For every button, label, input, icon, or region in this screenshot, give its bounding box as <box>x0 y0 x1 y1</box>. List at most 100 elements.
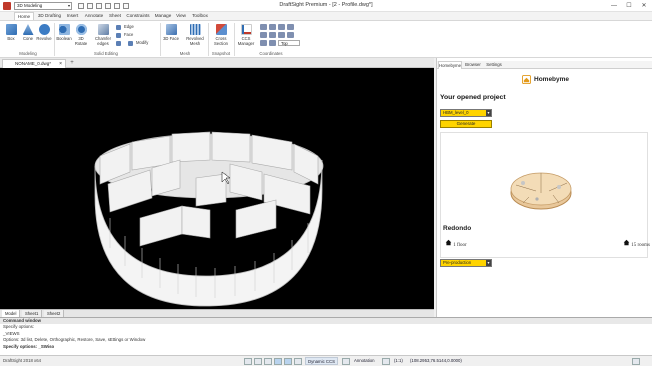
drawing-viewport[interactable] <box>0 68 434 309</box>
tab-insert[interactable]: Insert <box>64 12 81 20</box>
section-title: Your opened project <box>440 94 506 101</box>
tab-manage[interactable]: Manage <box>153 12 173 20</box>
view-select[interactable]: Top <box>278 40 300 46</box>
boolean-button[interactable]: Boolean <box>56 23 72 49</box>
lineweight-toggle-icon[interactable] <box>342 358 350 365</box>
ribbon-tab-bar: Home 3D Drafting Insert Annotate Sheet C… <box>0 12 652 20</box>
esnap-toggle-icon[interactable] <box>284 358 292 365</box>
3d-face-label: 3D Face <box>163 36 179 41</box>
edge-label: Edge <box>124 24 134 29</box>
rotate-icon <box>75 24 87 35</box>
revolved-mesh-icon <box>189 24 201 35</box>
house-icon <box>623 239 630 246</box>
box-button[interactable]: Box <box>3 23 19 49</box>
customize-icon[interactable] <box>632 358 640 365</box>
document-tab[interactable]: NONAME_0.dwg* × <box>2 59 66 68</box>
scale-readout: (1:1) <box>394 358 403 363</box>
ccs-manager-label: CCS Manager <box>237 36 255 46</box>
ribbon-panel: Box Cone Revolve Modeling Boolean 3D Rot… <box>0 20 652 58</box>
tab-constraints[interactable]: Constraints <box>124 12 152 20</box>
cone-button[interactable]: Cone <box>20 23 36 49</box>
floors-count: 1 floor <box>453 243 467 248</box>
group-label-solid-editing: Solid Editing <box>94 51 118 56</box>
panel-tab-bar: Homebyme Browser Settings <box>437 61 652 69</box>
polar-toggle-icon[interactable] <box>274 358 282 365</box>
revolve-label: Revolve <box>36 36 52 41</box>
project-state-value: Pre-production <box>443 260 472 265</box>
minimize-button[interactable]: — <box>607 1 621 11</box>
3d-rotate-button[interactable]: 3D Rotate <box>73 23 89 49</box>
generate-button[interactable]: Generate <box>440 120 492 128</box>
revolved-mesh-button[interactable]: Revolved Mesh <box>184 23 206 49</box>
command-history-line: Specify options: <box>3 324 34 329</box>
etrack-toggle-icon[interactable] <box>294 358 302 365</box>
revolved-mesh-label: Revolved Mesh <box>186 36 204 46</box>
tab-annotate[interactable]: Annotate <box>83 12 105 20</box>
command-window[interactable]: Command window Specify options: _VIEWS O… <box>0 317 652 355</box>
project-preview[interactable] <box>440 132 648 258</box>
3d-rotate-label: 3D Rotate <box>74 36 88 46</box>
group-divider <box>54 23 55 56</box>
tab-homebyme[interactable]: Homebyme <box>438 61 462 69</box>
floorplan-thumbnail <box>510 172 572 210</box>
tab-settings[interactable]: Settings <box>484 61 504 69</box>
tab-view[interactable]: View <box>174 12 188 20</box>
rooms-info: 15 rooms <box>623 239 650 248</box>
3d-face-button[interactable]: 3D Face <box>163 23 179 49</box>
tab-home[interactable]: Home <box>14 12 34 20</box>
project-state-select[interactable]: Pre-production ▼ <box>440 259 492 267</box>
tab-3d-drafting[interactable]: 3D Drafting <box>36 12 63 20</box>
extrude-button[interactable] <box>116 40 126 46</box>
edge-button[interactable]: Edge <box>116 24 134 30</box>
face-label: Face <box>124 32 134 37</box>
window-title: DraftSight Premium - [2 - Profile.dwg*] <box>279 2 373 8</box>
close-button[interactable]: ✕ <box>637 1 651 11</box>
layout-tab-bar: Model Sheet1 Sheet2 <box>0 309 434 318</box>
view-select-value: Top <box>281 41 288 46</box>
ccs-axis-icon[interactable] <box>287 24 294 30</box>
ccs-previous-icon[interactable] <box>269 24 276 30</box>
chamfer-edges-button[interactable]: Chamfer edges <box>93 23 113 49</box>
coordinates-readout: (108.2953,76.5144,0.0000) <box>410 358 462 363</box>
title-bar: 3D Modeling ▾ DraftSight Premium - [2 - … <box>0 0 652 12</box>
chevron-down-icon: ▼ <box>486 110 491 116</box>
grid-toggle-icon[interactable] <box>254 358 262 365</box>
box-icon <box>5 24 17 35</box>
close-icon[interactable]: × <box>59 60 62 68</box>
ccs-face-icon[interactable] <box>269 40 276 46</box>
version-label: DraftSight 2018 x64 <box>3 358 41 363</box>
project-select[interactable]: HBM_level_0 ▼ <box>440 109 492 117</box>
chamfer-icon <box>97 24 109 35</box>
ccs-manager-button[interactable]: CCS Manager <box>236 23 256 49</box>
snap-toggle-icon[interactable] <box>244 358 252 365</box>
dynamic-ccs-toggle[interactable]: Dynamic CCS <box>305 357 338 365</box>
ccs-x-icon[interactable] <box>278 32 285 38</box>
command-prompt[interactable]: Specify options: _SWiso <box>3 344 54 349</box>
floors-info: 1 floor <box>445 239 467 248</box>
maximize-button[interactable]: ☐ <box>622 1 636 11</box>
annotation-scale-icon[interactable] <box>382 358 390 365</box>
group-divider <box>160 23 161 56</box>
annotation-scale[interactable]: Annotation <box>352 357 377 365</box>
tab-sheet[interactable]: Sheet <box>107 12 123 20</box>
ccs-z-icon[interactable] <box>260 40 267 46</box>
homebyme-logo-icon <box>522 75 531 84</box>
modify-icon <box>128 41 133 46</box>
ccs-y-icon[interactable] <box>287 32 294 38</box>
ccs-3point-icon[interactable] <box>260 32 267 38</box>
face-button[interactable]: Face <box>116 32 133 38</box>
group-label-coordinates: Coordinates <box>259 51 283 56</box>
ccs-origin-icon[interactable] <box>278 24 285 30</box>
modify-button[interactable]: Modify <box>128 40 148 46</box>
command-window-title: Command window <box>0 318 652 324</box>
project-name: Redondo <box>443 225 472 232</box>
cross-section-button[interactable]: Cross Section <box>211 23 231 49</box>
tab-toolbox[interactable]: Toolbox <box>189 12 211 20</box>
ortho-toggle-icon[interactable] <box>264 358 272 365</box>
boolean-icon <box>58 24 70 35</box>
ccs-world-icon[interactable] <box>260 24 267 30</box>
tab-browser[interactable]: Browser <box>463 61 483 69</box>
new-tab-button[interactable]: + <box>68 60 76 67</box>
ccs-view-icon[interactable] <box>269 32 276 38</box>
revolve-button[interactable]: Revolve <box>36 23 52 49</box>
